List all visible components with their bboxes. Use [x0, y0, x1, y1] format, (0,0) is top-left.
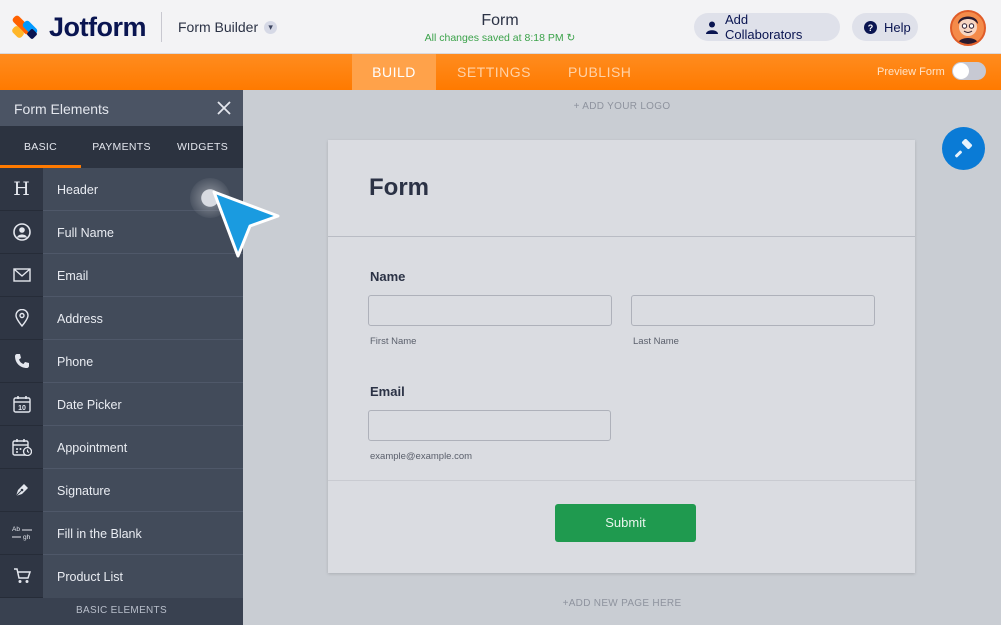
add-logo-link[interactable]: + ADD YOUR LOGO [243, 101, 1001, 112]
element-address[interactable]: Address [0, 297, 243, 340]
svg-text:gh: gh [23, 534, 31, 541]
form-card: Form Name First Name Last Name Email exa… [328, 140, 915, 573]
form-builder-dropdown[interactable]: Form Builder ▾ [178, 19, 278, 35]
element-signature[interactable]: Signature [0, 469, 243, 512]
form-title[interactable]: Form [400, 12, 600, 30]
name-label: Name [370, 269, 406, 284]
add-new-page-link[interactable]: +ADD NEW PAGE HERE [243, 598, 1001, 609]
element-label: Product List [57, 570, 124, 584]
add-collaborators-button[interactable]: Add Collaborators [694, 12, 840, 42]
element-label: Appointment [57, 441, 128, 455]
panel-footer: BASIC ELEMENTS [0, 598, 243, 625]
panel-header: Form Elements [0, 90, 243, 126]
tab-settings[interactable]: SETTINGS [457, 54, 531, 90]
element-label: Date Picker [57, 398, 122, 412]
element-label: Phone [57, 355, 94, 369]
user-icon [706, 21, 718, 34]
form-elements-panel: Form Elements BASIC PAYMENTS WIDGETS H H… [0, 90, 243, 625]
tab-payments[interactable]: PAYMENTS [81, 126, 162, 168]
last-name-input[interactable] [631, 295, 875, 326]
tab-publish[interactable]: PUBLISH [568, 54, 631, 90]
cart-icon [0, 555, 43, 598]
form-designer-button[interactable] [942, 127, 985, 170]
tab-widgets[interactable]: WIDGETS [162, 126, 243, 168]
header-icon: H [0, 168, 43, 211]
calendar-icon: 10 [0, 383, 43, 426]
avatar[interactable] [950, 10, 986, 46]
element-label: Header [57, 183, 98, 197]
svg-text:?: ? [868, 23, 874, 33]
element-phone[interactable]: Phone [0, 340, 243, 383]
toggle-knob [953, 63, 969, 79]
pointer-cursor-icon [212, 190, 280, 258]
svg-text:10: 10 [18, 405, 26, 412]
form-divider [328, 480, 915, 481]
element-label: Email [57, 269, 89, 283]
avatar-illustration [958, 16, 978, 44]
last-name-sublabel: Last Name [633, 336, 679, 347]
save-status-text: All changes saved at 8:18 PM [424, 32, 564, 44]
top-bar: Jotform Form Builder ▾ Form All changes … [0, 0, 1001, 54]
builder-nav: BUILD SETTINGS PUBLISH [0, 54, 1001, 90]
help-button[interactable]: ? Help [852, 13, 918, 41]
add-collaborators-label: Add Collaborators [725, 12, 803, 42]
help-label: Help [884, 19, 911, 35]
element-fill-in-the-blank[interactable]: Ab gh Fill in the Blank [0, 512, 243, 555]
element-label: Full Name [57, 226, 114, 240]
panel-tabs: BASIC PAYMENTS WIDGETS [0, 126, 243, 168]
first-name-input[interactable] [368, 295, 612, 326]
element-date-picker[interactable]: 10 Date Picker [0, 383, 243, 426]
panel-title: Form Elements [14, 101, 109, 117]
form-builder-label: Form Builder [178, 19, 259, 35]
basic-elements-label: BASIC ELEMENTS [76, 605, 167, 616]
tab-build[interactable]: BUILD [352, 54, 436, 90]
element-label: Signature [57, 484, 111, 498]
element-email[interactable]: Email [0, 254, 243, 297]
element-product-list[interactable]: Product List [0, 555, 243, 598]
jotform-logo[interactable]: Jotform [10, 12, 147, 43]
jotform-logo-icon [10, 13, 40, 42]
form-heading: Form [369, 174, 429, 201]
logo-text: Jotform [49, 12, 147, 42]
element-label: Fill in the Blank [57, 527, 142, 541]
fill-blank-icon: Ab gh [0, 512, 43, 555]
form-title-area: Form All changes saved at 8:18 PM ↻ [400, 12, 600, 44]
email-input[interactable] [368, 410, 611, 441]
submit-button[interactable]: Submit [555, 504, 696, 542]
save-status: All changes saved at 8:18 PM ↻ [400, 32, 600, 44]
refresh-icon: ↻ [566, 32, 576, 44]
header-divider [161, 12, 162, 42]
preview-form-toggle[interactable] [952, 62, 986, 80]
email-sublabel: example@example.com [370, 451, 473, 462]
element-label: Address [57, 312, 103, 326]
question-icon: ? [864, 20, 877, 34]
close-icon[interactable] [214, 98, 234, 118]
svg-text:Ab: Ab [12, 526, 20, 533]
location-pin-icon [0, 297, 43, 340]
phone-icon [0, 340, 43, 383]
envelope-icon [0, 254, 43, 297]
email-label: Email [370, 384, 405, 399]
preview-form-label: Preview Form [877, 66, 945, 78]
chevron-down-icon: ▾ [264, 20, 278, 34]
first-name-sublabel: First Name [370, 336, 417, 347]
pen-icon [0, 469, 43, 512]
element-appointment[interactable]: Appointment [0, 426, 243, 469]
paint-roller-icon [954, 138, 972, 157]
tab-basic[interactable]: BASIC [0, 126, 81, 168]
user-circle-icon [0, 211, 43, 254]
form-header-section[interactable]: Form [328, 140, 915, 237]
appointment-calendar-icon [0, 426, 43, 469]
